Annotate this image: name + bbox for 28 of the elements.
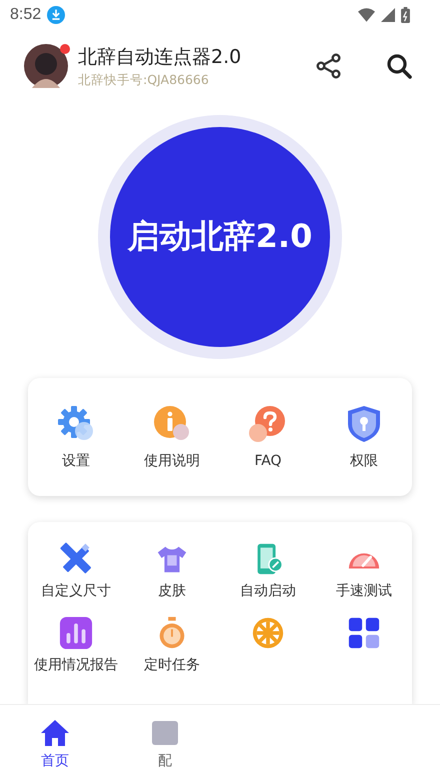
tool-item[interactable]: 皮肤 (124, 542, 220, 606)
quick-action[interactable]: 设置 (28, 404, 124, 470)
bar-chart-icon (59, 616, 93, 650)
start-button[interactable]: 启动北辞2.0 (110, 127, 330, 347)
home-icon (40, 718, 70, 748)
app-title: 北辞自动连点器2.0 (78, 44, 242, 70)
tool-item[interactable]: 使用情况报告 (28, 616, 124, 680)
tool-item[interactable]: 自定义尺寸 (28, 542, 124, 606)
app-subtitle: 北辞快手号:QJA86666 (78, 72, 210, 88)
share-icon[interactable] (316, 53, 342, 79)
battery-icon (401, 7, 410, 23)
tool-item[interactable]: 手速测试 (316, 542, 412, 606)
download-icon (47, 6, 66, 24)
grid-icon (347, 616, 381, 650)
search-icon[interactable] (386, 53, 412, 79)
wheel-icon (251, 616, 285, 650)
question-icon (248, 405, 288, 445)
status-time: 8:52 (10, 6, 42, 24)
wifi-icon (358, 8, 375, 22)
quick-action[interactable]: FAQ (220, 405, 316, 469)
tool-item[interactable]: 自动启动 (220, 542, 316, 606)
quick-action[interactable]: 使用说明 (124, 404, 220, 470)
quick-action[interactable]: 权限 (316, 404, 412, 470)
nav-tab[interactable]: 配 (110, 705, 220, 782)
tool-item[interactable]: 定时任务 (124, 616, 220, 680)
signal-icon (381, 8, 395, 22)
nav-tab[interactable]: 首页 (0, 705, 110, 782)
avatar[interactable] (24, 44, 68, 88)
